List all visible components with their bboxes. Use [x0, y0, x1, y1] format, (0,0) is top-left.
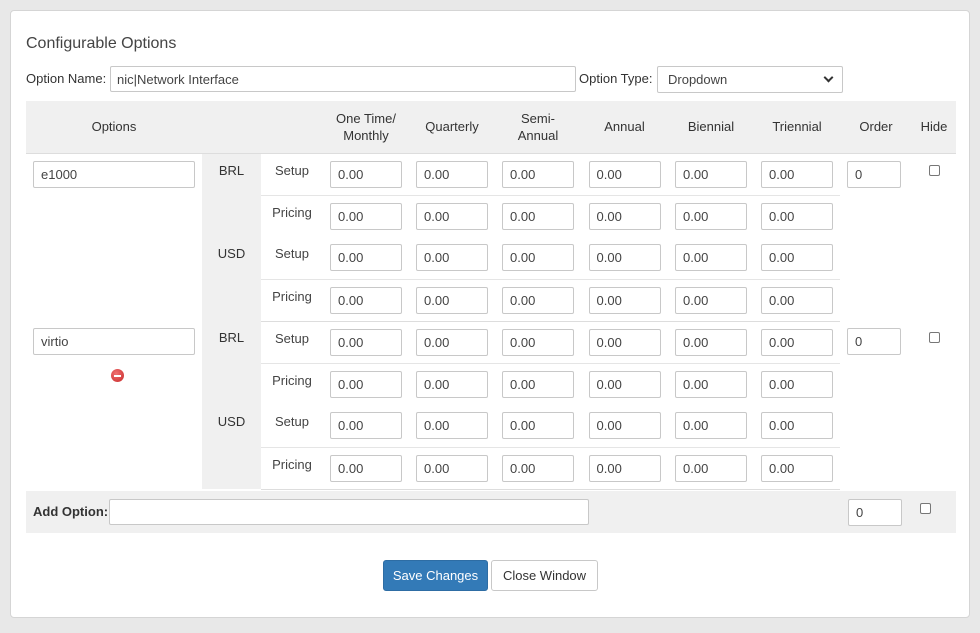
row-type-label: Setup: [261, 153, 323, 196]
row-type-label: Pricing: [272, 204, 312, 220]
price-annual-setup-input[interactable]: [588, 412, 661, 439]
price-one-time-pricing-input[interactable]: [330, 454, 402, 482]
option-order-input[interactable]: [847, 160, 901, 188]
add-option-input[interactable]: [109, 499, 589, 525]
option-name-label: Option Name:: [26, 71, 107, 86]
col-biennial: Biennial: [668, 101, 754, 154]
col-semi-annual: Semi- Annual: [495, 101, 581, 154]
price-annual-pricing-input[interactable]: [588, 202, 661, 230]
table-header: Options One Time/Monthly Quarterly Semi-…: [26, 101, 956, 154]
option-type-select[interactable]: Dropdown: [657, 66, 843, 93]
col-hide: Hide: [912, 101, 956, 154]
price-biennial-setup-input[interactable]: [675, 160, 747, 188]
price-triennial-setup-input[interactable]: [761, 244, 833, 271]
option-type-value: Dropdown: [668, 72, 728, 87]
col-type: [261, 101, 323, 154]
add-option-label: Add Option:: [33, 504, 109, 519]
page-title: Configurable Options: [26, 35, 177, 52]
col-options: Options: [26, 101, 202, 154]
table-row: BRLSetup: [26, 321, 956, 405]
price-one-time-setup-input[interactable]: [330, 160, 402, 188]
option-type-label: Option Type:: [579, 71, 653, 86]
row-type-label: Setup: [261, 321, 323, 364]
price-semi-annual-setup-input[interactable]: [502, 160, 574, 188]
option-name-cell: [26, 321, 202, 489]
price-triennial-setup-input[interactable]: [761, 328, 833, 356]
price-quarterly-setup-input[interactable]: [416, 244, 488, 271]
price-semi-annual-pricing-input[interactable]: [502, 202, 574, 230]
currency-label: USD: [202, 405, 261, 489]
close-window-button[interactable]: Close Window: [491, 560, 598, 591]
price-triennial-pricing-input[interactable]: [761, 454, 833, 482]
add-option-order-input[interactable]: [848, 499, 902, 526]
add-option-hide-checkbox[interactable]: [920, 503, 931, 514]
price-quarterly-pricing-input[interactable]: [416, 454, 488, 482]
price-one-time-pricing-input[interactable]: [330, 286, 402, 314]
price-quarterly-setup-input[interactable]: [416, 328, 488, 356]
options-table: Options One Time/Monthly Quarterly Semi-…: [26, 101, 956, 490]
row-type-label: Setup: [261, 405, 323, 448]
option-hide-checkbox[interactable]: [928, 332, 940, 343]
price-semi-annual-pricing-input[interactable]: [502, 454, 574, 482]
price-semi-annual-setup-input[interactable]: [502, 412, 574, 439]
col-currency: [202, 101, 261, 154]
save-changes-button[interactable]: Save Changes: [383, 560, 488, 591]
price-biennial-setup-input[interactable]: [675, 328, 747, 356]
col-quarterly: Quarterly: [409, 101, 495, 154]
price-biennial-pricing-input[interactable]: [675, 286, 747, 314]
option-name-field[interactable]: [33, 160, 195, 188]
price-annual-setup-input[interactable]: [588, 160, 661, 188]
col-one-time: One Time/Monthly: [323, 101, 409, 154]
price-biennial-pricing-input[interactable]: [675, 370, 747, 398]
col-triennial: Triennial: [754, 101, 840, 154]
row-type-label: Pricing: [261, 447, 323, 490]
price-triennial-pricing-input[interactable]: [761, 202, 833, 230]
price-annual-pricing-input[interactable]: [588, 286, 661, 314]
option-name-field[interactable]: [33, 328, 195, 355]
currency-label: BRL: [202, 321, 261, 405]
option-order-input[interactable]: [847, 328, 901, 355]
price-semi-annual-setup-input[interactable]: [502, 328, 574, 356]
config-options-window: Configurable Options Option Name: Option…: [10, 10, 970, 618]
price-biennial-pricing-input[interactable]: [675, 202, 747, 230]
row-type-label: Pricing: [272, 372, 312, 388]
price-biennial-setup-input[interactable]: [675, 244, 747, 271]
price-quarterly-pricing-input[interactable]: [416, 370, 488, 398]
price-triennial-setup-input[interactable]: [761, 412, 833, 439]
delete-option-icon[interactable]: [111, 369, 124, 382]
price-annual-pricing-input[interactable]: [588, 370, 661, 398]
price-quarterly-pricing-input[interactable]: [416, 286, 488, 314]
price-biennial-setup-input[interactable]: [675, 412, 747, 439]
option-name-input[interactable]: [110, 66, 576, 92]
price-triennial-setup-input[interactable]: [761, 160, 833, 188]
row-type-label: Setup: [261, 237, 323, 280]
price-annual-setup-input[interactable]: [588, 328, 661, 356]
option-name-cell: [26, 153, 202, 321]
price-annual-pricing-input[interactable]: [588, 454, 661, 482]
chevron-down-icon: [823, 72, 834, 83]
price-semi-annual-pricing-input[interactable]: [502, 370, 574, 398]
price-one-time-setup-input[interactable]: [330, 328, 402, 356]
price-semi-annual-pricing-input[interactable]: [502, 286, 574, 314]
table-row: BRLSetup: [26, 153, 956, 237]
col-annual: Annual: [581, 101, 668, 154]
currency-label: USD: [202, 237, 261, 321]
price-biennial-pricing-input[interactable]: [675, 454, 747, 482]
currency-label: BRL: [202, 153, 261, 237]
col-order: Order: [840, 101, 912, 154]
price-triennial-pricing-input[interactable]: [761, 286, 833, 314]
row-type-label: Pricing: [261, 279, 323, 322]
price-annual-setup-input[interactable]: [588, 244, 661, 271]
price-quarterly-setup-input[interactable]: [416, 160, 488, 188]
price-triennial-pricing-input[interactable]: [761, 370, 833, 398]
add-option-row: Add Option:: [26, 491, 956, 533]
price-quarterly-setup-input[interactable]: [416, 412, 488, 439]
price-one-time-setup-input[interactable]: [330, 412, 402, 439]
price-quarterly-pricing-input[interactable]: [416, 202, 488, 230]
option-hide-checkbox[interactable]: [928, 164, 940, 176]
price-one-time-pricing-input[interactable]: [330, 202, 402, 230]
price-one-time-pricing-input[interactable]: [330, 370, 402, 398]
price-semi-annual-setup-input[interactable]: [502, 244, 574, 271]
price-one-time-setup-input[interactable]: [330, 244, 402, 271]
